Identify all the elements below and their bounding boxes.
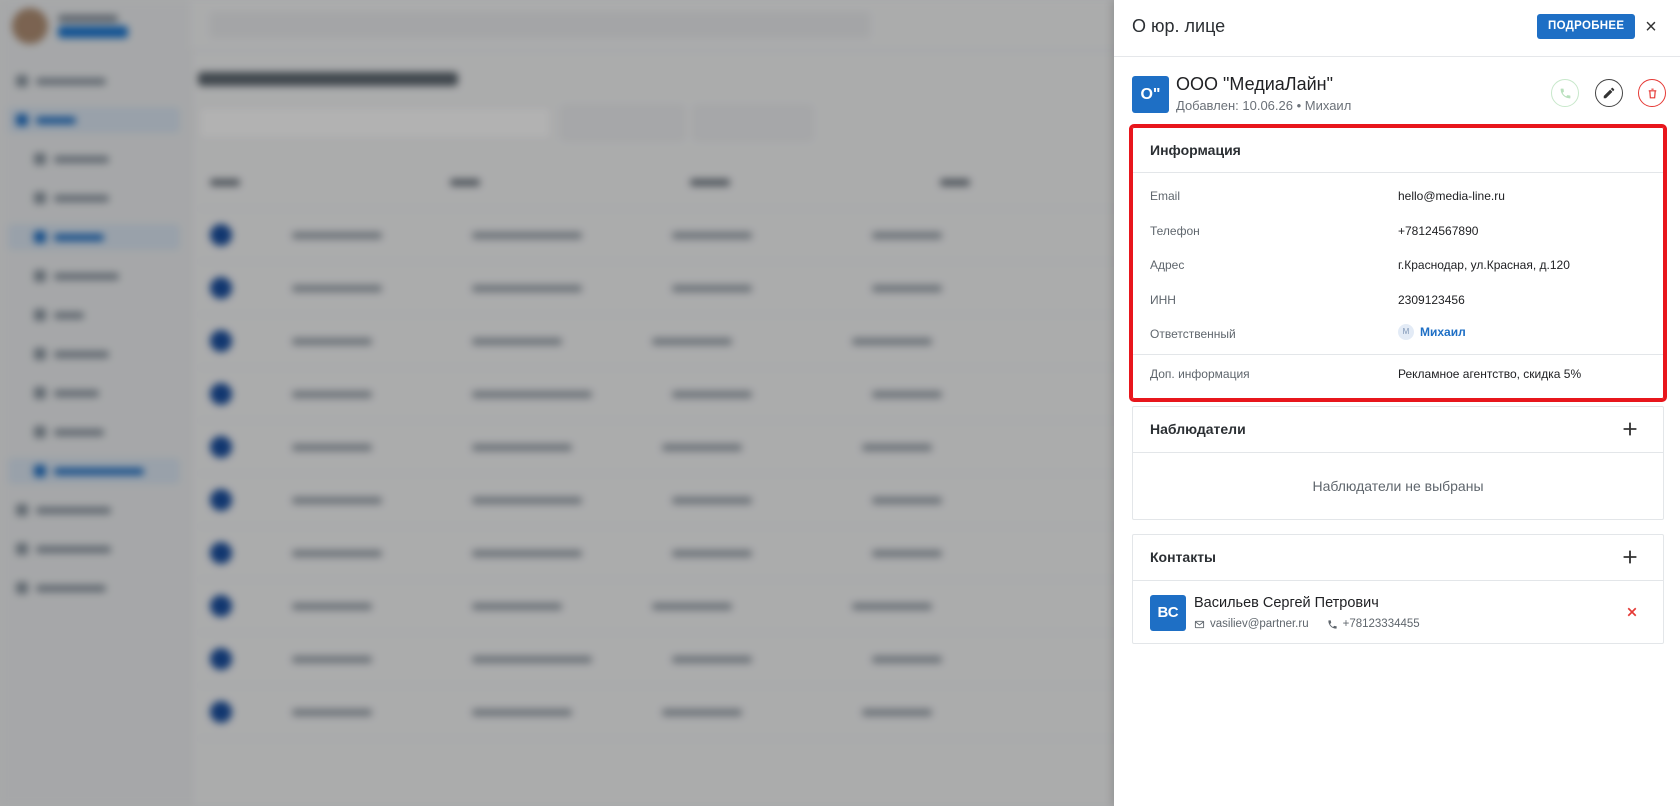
info-label: Email (1150, 189, 1181, 203)
contact-avatar: ВС (1150, 595, 1186, 631)
call-button[interactable] (1551, 79, 1579, 107)
list-item[interactable]: ВС Васильев Сергей Петрович vasiliev@par… (1133, 581, 1663, 643)
responsible-user[interactable]: М Михаил (1398, 324, 1466, 340)
contacts-card: Контакты ВС Васильев Сергей Петрович vas… (1132, 534, 1664, 644)
contact-phone-text: +78123334455 (1342, 618, 1420, 630)
info-label: ИНН (1150, 292, 1176, 307)
info-row-phone: Телефон +78124567890 (1133, 212, 1663, 247)
observers-card-header: Наблюдатели (1133, 407, 1663, 453)
info-card-title: Информация (1133, 128, 1663, 173)
entity-avatar: О" (1132, 76, 1169, 113)
pencil-icon (1603, 87, 1615, 99)
drawer-title: О юр. лице (1132, 16, 1226, 36)
close-icon[interactable]: × (1638, 14, 1664, 40)
info-label: Ответственный (1150, 327, 1236, 341)
info-value: г.Краснодар, ул.Красная, д.120 (1398, 258, 1570, 272)
mail-icon (1194, 620, 1205, 628)
delete-button[interactable] (1638, 79, 1666, 107)
phone-icon (1560, 88, 1570, 98)
info-row-email: Email hello@media-line.ru (1133, 177, 1663, 212)
info-row-address: Адрес г.Краснодар, ул.Красная, д.120 (1133, 246, 1663, 281)
plus-icon (1623, 422, 1637, 436)
info-label: Телефон (1150, 223, 1200, 238)
drawer-header: О юр. лице ПОДРОБНЕЕ × (1114, 0, 1680, 57)
entity-drawer: О юр. лице ПОДРОБНЕЕ × О" ООО "МедиаЛайн… (1114, 0, 1680, 806)
plus-icon (1623, 550, 1637, 564)
info-card: Информация Email hello@media-line.ru Тел… (1129, 124, 1667, 402)
avatar: М (1398, 324, 1414, 340)
entity-meta: Добавлен: 10.06.26 • Михаил (1176, 98, 1352, 113)
info-row-extra: Доп. информация Рекламное агентство, ски… (1133, 355, 1663, 390)
contact-email[interactable]: vasiliev@partner.ru (1194, 618, 1309, 630)
info-value: 2309123456 (1398, 292, 1465, 307)
info-label: Доп. информация (1150, 366, 1250, 381)
close-icon (1627, 607, 1637, 617)
entity-summary: О" ООО "МедиаЛайн" Добавлен: 10.06.26 • … (1114, 57, 1680, 123)
contacts-title: Контакты (1150, 549, 1217, 565)
info-value: Рекламное агентство, скидка 5% (1398, 366, 1582, 381)
entity-name: ООО "МедиаЛайн" (1176, 74, 1333, 94)
remove-contact-button[interactable] (1623, 603, 1641, 621)
info-value: +78124567890 (1398, 223, 1479, 238)
phone-icon (1327, 619, 1337, 629)
contact-name[interactable]: Васильев Сергей Петрович (1194, 595, 1379, 611)
edit-button[interactable] (1595, 79, 1623, 107)
more-button[interactable]: ПОДРОБНЕЕ (1537, 14, 1636, 39)
contact-phone[interactable]: +78123334455 (1327, 618, 1420, 630)
observers-empty-text: Наблюдатели не выбраны (1312, 478, 1484, 494)
contact-details: vasiliev@partner.ru +78123334455 (1194, 618, 1420, 630)
add-observer-button[interactable] (1619, 418, 1641, 440)
info-row-responsible: Ответственный М Михаил (1133, 315, 1663, 350)
contacts-card-header: Контакты (1133, 535, 1663, 581)
info-row-inn: ИНН 2309123456 (1133, 281, 1663, 316)
add-contact-button[interactable] (1619, 546, 1641, 568)
observers-card: Наблюдатели Наблюдатели не выбраны (1132, 406, 1664, 520)
observers-title: Наблюдатели (1150, 421, 1246, 437)
trash-icon (1648, 88, 1656, 98)
info-value: hello@media-line.ru (1398, 189, 1505, 203)
responsible-name[interactable]: Михаил (1420, 325, 1466, 339)
contact-email-text: vasiliev@partner.ru (1210, 618, 1309, 630)
info-label: Адрес (1150, 258, 1185, 272)
